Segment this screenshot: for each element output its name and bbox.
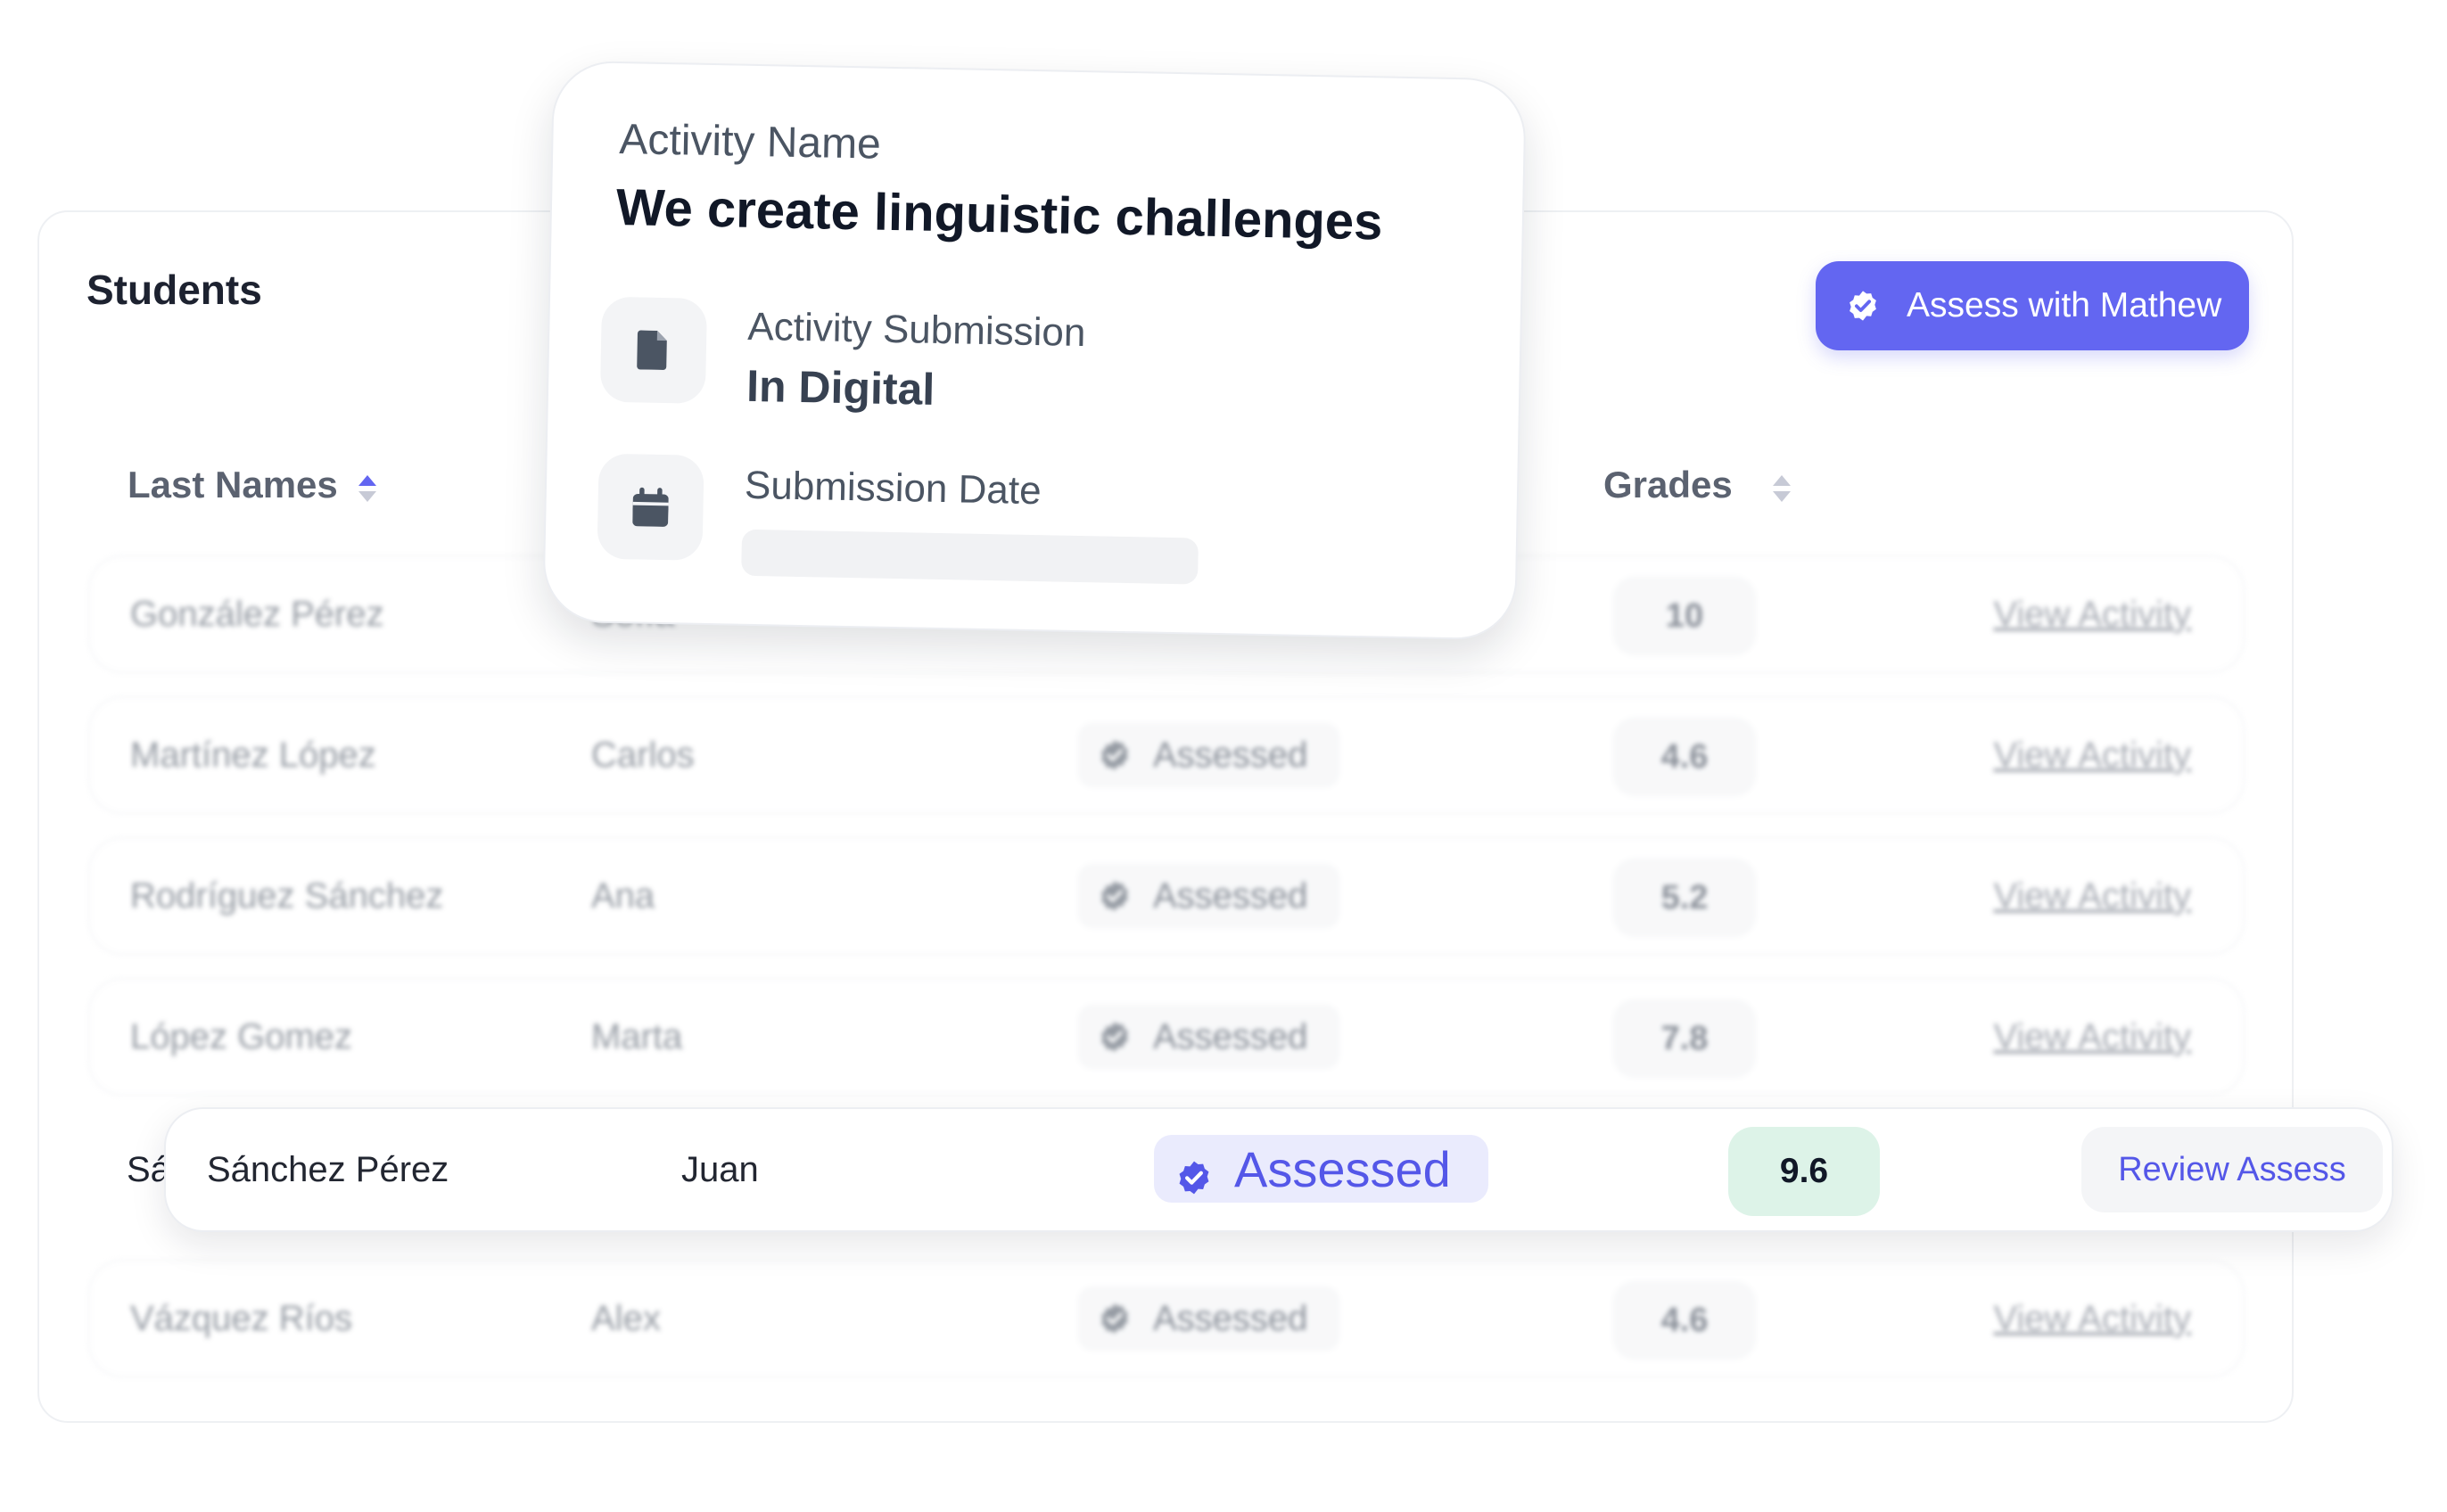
cell-first-name: Ana [591,875,655,916]
status-badge: Assessed [1078,1286,1340,1351]
check-badge-icon [1098,1020,1132,1054]
column-header-last-names[interactable]: Last Names [128,464,377,506]
column-header-grades-label: Grades [1603,464,1733,505]
check-badge-icon [1098,879,1132,913]
activity-submission-label: Activity Submission [746,304,1086,356]
cell-first-name: Carlos [591,735,695,775]
cell-last-name: Sánchez Pérez [207,1149,449,1189]
cell-first-name: Marta [591,1016,683,1056]
assess-with-mathew-label: Assess with Mathew [1907,286,2222,325]
submission-date-label: Submission Date [744,463,1042,514]
column-header-grades[interactable]: Grades [1603,464,1792,506]
highlighted-student-row[interactable]: Sánchez Pérez Juan Assessed 9.6 Review A… [164,1107,2393,1232]
table-row[interactable]: López Gomez Marta Assessed 7.8 View Acti… [87,977,2245,1097]
view-activity-link[interactable]: View Activity [1993,557,2191,671]
status-badge: Assessed [1078,723,1340,787]
review-assess-button[interactable]: Review Assess [2081,1127,2383,1212]
assess-with-mathew-button[interactable]: Assess with Mathew [1816,261,2249,350]
cell-grade: 5.2 [1613,859,1756,937]
cell-grade: 10 [1613,577,1756,655]
view-activity-link[interactable]: View Activity [1993,1261,2191,1376]
cell-last-name: Rodríguez Sánchez [130,875,444,916]
calendar-icon [597,453,704,561]
table-row[interactable]: Vázquez Ríos Alex Assessed 4.6 View Acti… [87,1259,2245,1378]
cell-last-name: Martínez López [130,735,376,775]
sort-icon[interactable] [1772,470,1792,502]
check-badge-icon [1098,738,1132,772]
view-activity-link[interactable]: View Activity [1993,980,2191,1094]
activity-name-label: Activity Name [618,116,882,168]
activity-submission-value: In Digital [746,360,935,415]
submission-date-placeholder [741,529,1199,585]
cell-last-name: González Pérez [130,594,384,634]
check-badge-icon [1098,1302,1132,1335]
grade-badge: 9.6 [1728,1127,1880,1216]
sort-icon[interactable] [358,470,377,502]
status-label: Assessed [1153,735,1308,775]
activity-detail-card: Activity Name We create linguistic chall… [542,60,1527,641]
cell-grade: 4.6 [1613,718,1756,796]
status-label: Assessed [1153,875,1308,916]
status-label: Assessed [1234,1140,1451,1197]
table-row[interactable]: Rodríguez Sánchez Ana Assessed 5.2 View … [87,836,2245,956]
check-badge-icon [1175,1150,1213,1195]
view-activity-link[interactable]: View Activity [1993,698,2191,812]
status-label: Assessed [1153,1298,1308,1338]
status-label: Assessed [1153,1016,1308,1056]
table-row[interactable]: Martínez López Carlos Assessed 4.6 View … [87,695,2245,815]
cell-grade: 7.8 [1613,999,1756,1078]
status-badge: Assessed [1078,864,1340,928]
status-badge: Assessed [1154,1135,1488,1203]
column-header-last-names-label: Last Names [128,464,338,505]
check-badge-icon [1846,289,1880,323]
view-activity-link[interactable]: View Activity [1993,839,2191,953]
cell-last-name: Vázquez Ríos [130,1298,353,1338]
page-title: Students [87,267,262,313]
status-badge: Assessed [1078,1005,1340,1069]
cell-grade: 4.6 [1613,1281,1756,1360]
document-icon [599,296,708,404]
cell-last-name: López Gomez [130,1016,353,1056]
cell-first-name: Alex [591,1298,661,1338]
activity-name: We create linguistic challenges [615,177,1384,251]
cell-first-name: Juan [681,1149,759,1189]
